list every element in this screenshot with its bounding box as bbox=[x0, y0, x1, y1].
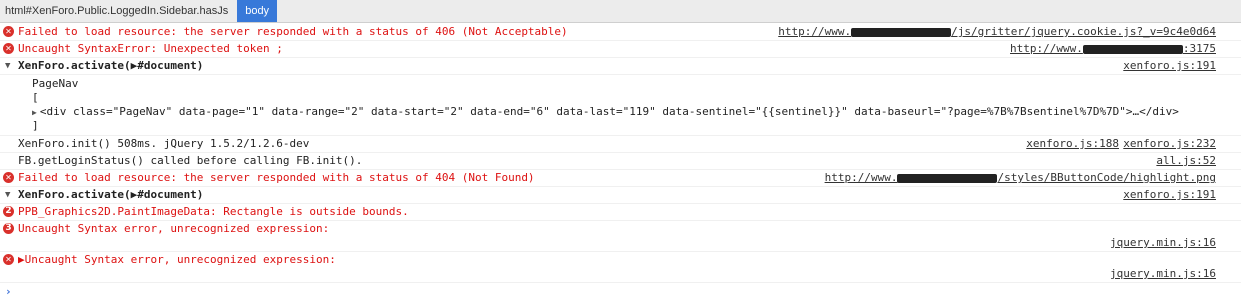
redacted-mark bbox=[1082, 44, 1183, 54]
console-message-error-404: ✕ Failed to load resource: the server re… bbox=[0, 170, 1241, 187]
console-group-pagenav: PageNav [ ▶ <div class="PageNav" data-pag… bbox=[0, 75, 1241, 136]
console-message-xenforo-init: XenForo.init() 508ms. jQuery 1.5.2/1.2.6… bbox=[0, 136, 1241, 153]
redacted-mark bbox=[851, 27, 952, 37]
message-text: Uncaught Syntax error, unrecognized expr… bbox=[18, 222, 330, 235]
breadcrumb-html[interactable]: html#XenForo.Public.LoggedIn.Sidebar.has… bbox=[0, 0, 233, 22]
source-link-xenforo-188[interactable]: xenforo.js:188 bbox=[1026, 136, 1119, 152]
message-text: Failed to load resource: the server resp… bbox=[18, 25, 568, 38]
error-icon: ✕ bbox=[3, 172, 14, 183]
group-line-element[interactable]: ▶ <div class="PageNav" data-page="1" data… bbox=[32, 105, 1241, 119]
console-message-xenforo-activate[interactable]: ▼ XenForo.activate(▶#document) xenforo.j… bbox=[0, 58, 1241, 75]
breadcrumb-body[interactable]: body bbox=[237, 0, 278, 22]
message-text: FB.getLoginStatus() called before callin… bbox=[18, 154, 363, 167]
source-link-all-js[interactable]: all.js:52 bbox=[1156, 153, 1216, 169]
message-text: Failed to load resource: the server resp… bbox=[18, 171, 535, 184]
source-link-jquery-min[interactable]: jquery.min.js:16 bbox=[1110, 266, 1216, 282]
source-link-xenforo-191[interactable]: xenforo.js:191 bbox=[1123, 187, 1216, 203]
console-message-ppb-graphics: 2 PPB_Graphics2D.PaintImageData: Rectang… bbox=[0, 204, 1241, 221]
group-line: ] bbox=[32, 119, 39, 132]
console-message-syntax-error-2: 3 Uncaught Syntax error, unrecognized ex… bbox=[0, 221, 1241, 252]
console-message-syntax-error-3[interactable]: ✕ ▶Uncaught Syntax error, unrecognized e… bbox=[0, 252, 1241, 283]
console-log: ✕ Failed to load resource: the server re… bbox=[0, 24, 1241, 300]
breadcrumb: html#XenForo.Public.LoggedIn.Sidebar.has… bbox=[0, 0, 1241, 23]
repeat-count-badge: 3 bbox=[3, 223, 14, 234]
source-link-xenforo-232[interactable]: xenforo.js:232 bbox=[1123, 136, 1216, 152]
console-message-error-406: ✕ Failed to load resource: the server re… bbox=[0, 24, 1241, 41]
console-prompt-icon[interactable]: › bbox=[5, 285, 12, 298]
message-text: XenForo.activate(▶#document) bbox=[18, 59, 204, 72]
message-text: PPB_Graphics2D.PaintImageData: Rectangle… bbox=[18, 205, 409, 218]
console-message-xenforo-activate-2[interactable]: ▼ XenForo.activate(▶#document) xenforo.j… bbox=[0, 187, 1241, 204]
error-icon: ✕ bbox=[3, 43, 14, 54]
source-link-highlight-png[interactable]: http://www./styles/BButtonCode/highlight… bbox=[825, 170, 1216, 186]
error-icon: ✕ bbox=[3, 254, 14, 265]
message-text: XenForo.activate(▶#document) bbox=[18, 188, 204, 201]
message-text: XenForo.init() 508ms. jQuery 1.5.2/1.2.6… bbox=[18, 137, 310, 150]
expand-triangle-icon[interactable]: ▶ bbox=[32, 108, 37, 117]
error-icon: ✕ bbox=[3, 26, 14, 37]
source-link-xenforo-191[interactable]: xenforo.js:191 bbox=[1123, 58, 1216, 74]
message-text: ▶Uncaught Syntax error, unrecognized exp… bbox=[18, 253, 336, 266]
group-line: [ bbox=[32, 91, 39, 104]
collapse-triangle-icon[interactable]: ▼ bbox=[5, 58, 10, 74]
source-link-jquery-min[interactable]: jquery.min.js:16 bbox=[1110, 235, 1216, 251]
redacted-mark bbox=[897, 173, 998, 183]
console-message-syntax-error: ✕ Uncaught SyntaxError: Unexpected token… bbox=[0, 41, 1241, 58]
source-link-3175[interactable]: http://www.:3175 bbox=[1010, 41, 1216, 57]
collapse-triangle-icon[interactable]: ▼ bbox=[5, 187, 10, 203]
group-line: PageNav bbox=[32, 77, 79, 90]
message-text: Uncaught SyntaxError: Unexpected token ; bbox=[18, 42, 283, 55]
console-message-fb-login: FB.getLoginStatus() called before callin… bbox=[0, 153, 1241, 170]
repeat-count-badge: 2 bbox=[3, 206, 14, 217]
source-link-jquery-cookie[interactable]: http://www./js/gritter/jquery.cookie.js?… bbox=[778, 24, 1216, 40]
